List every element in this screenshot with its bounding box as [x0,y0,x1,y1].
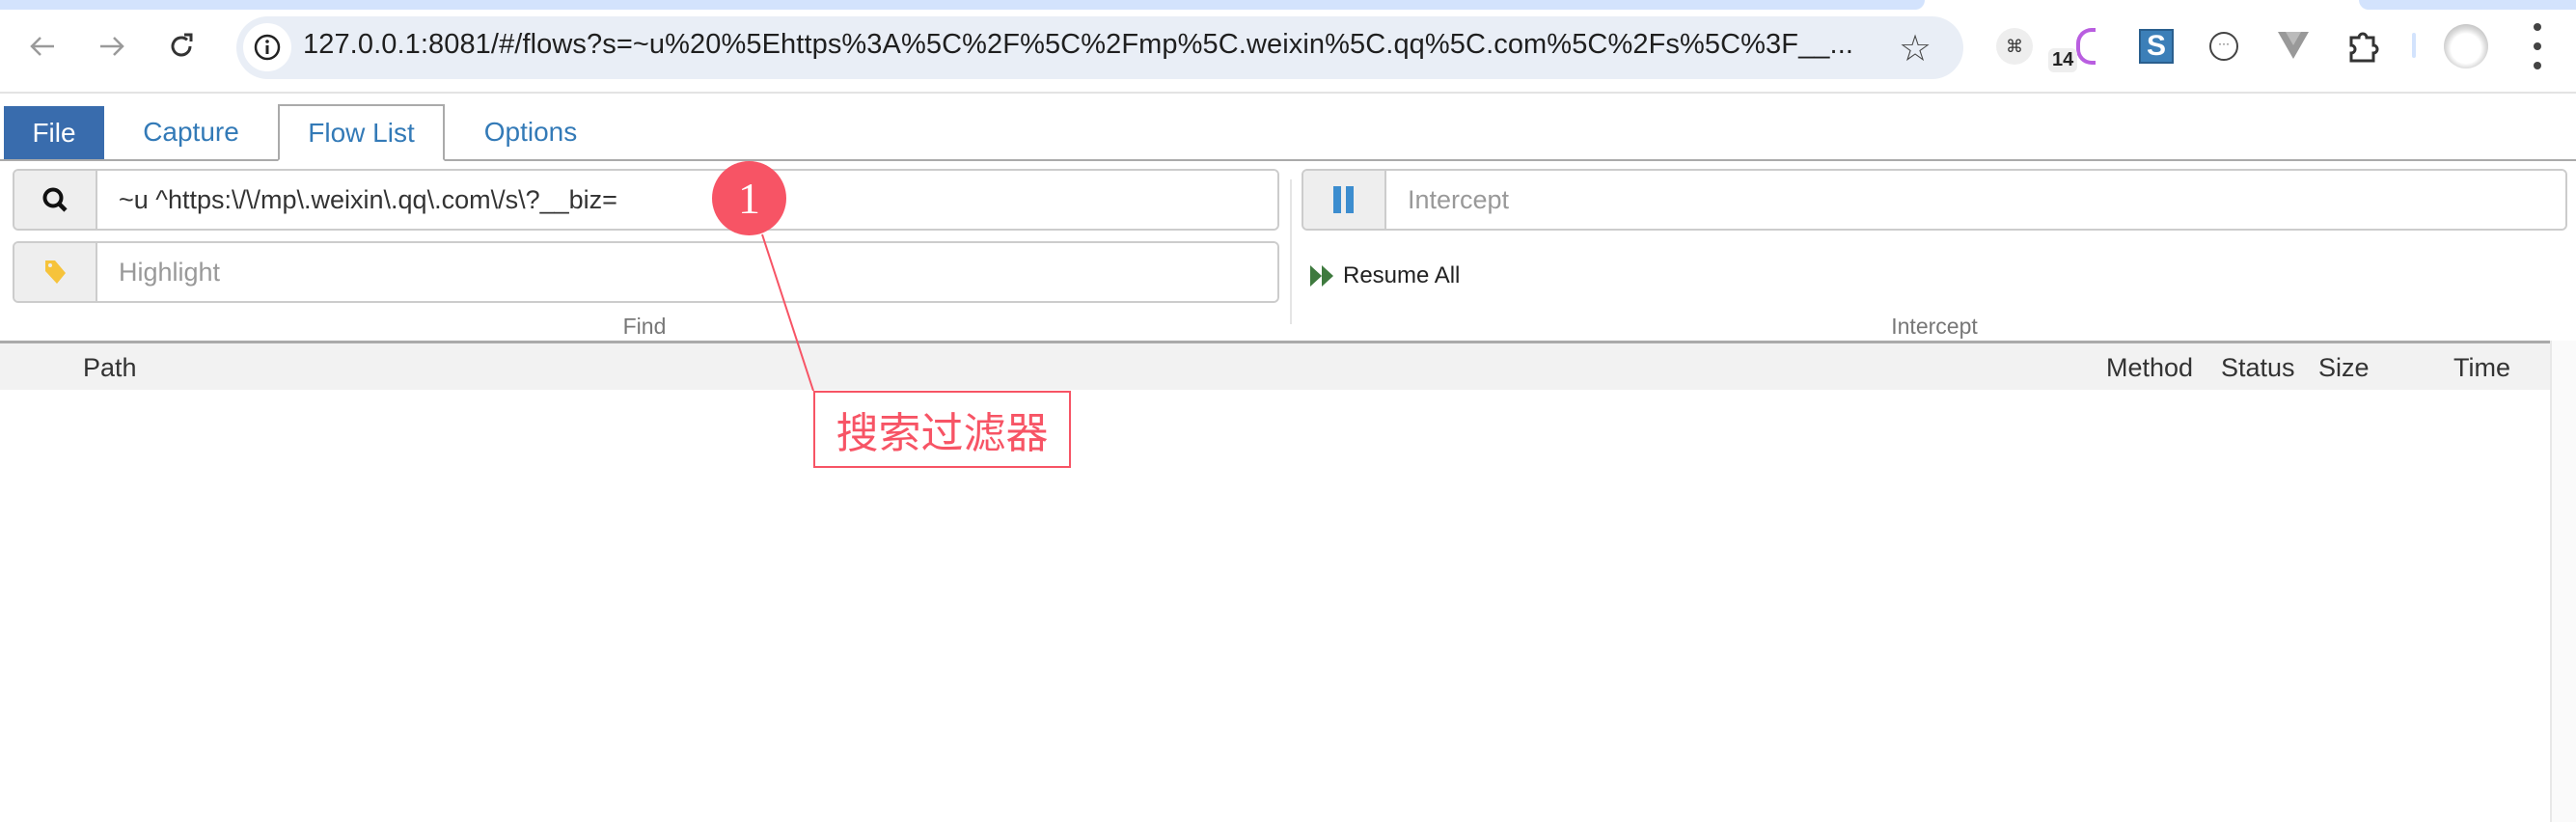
column-header-status[interactable]: Status [2221,353,2295,383]
flow-table-body [0,390,2550,822]
vue-icon [2278,32,2309,59]
column-header-time[interactable]: Time [2453,353,2510,383]
annotation-number-badge: 1 [712,161,786,235]
extension-badge: 14 [2048,48,2078,72]
annotation-label: 搜索过滤器 [813,391,1071,468]
column-header-method[interactable]: Method [2106,353,2193,383]
flow-table-header: Path Method Status Size Time [0,341,2550,393]
forward-button[interactable] [93,27,131,66]
intercept-input[interactable] [1386,171,2565,229]
column-header-size[interactable]: Size [2318,353,2370,383]
puzzle-icon [2349,32,2379,63]
resume-all-button[interactable]: Resume All [1310,262,1460,289]
chat-extension-icon[interactable]: ··· [2203,25,2245,68]
info-icon [254,34,281,61]
intercept-filter-group [1302,169,2567,231]
search-icon [14,171,97,229]
qr-code-extension-icon[interactable]: ⌘ [1993,25,2036,68]
extensions-puzzle-icon[interactable] [2342,25,2384,68]
column-header-path[interactable]: Path [83,353,137,383]
reload-icon [171,33,193,57]
resume-all-label: Resume All [1343,262,1461,288]
profile-avatar[interactable] [2444,24,2488,68]
pause-icon[interactable] [1303,171,1386,229]
tab-options[interactable]: Options [445,104,617,159]
highlight-filter-group [13,241,1279,303]
s-extension-icon[interactable]: S [2135,25,2178,68]
vertical-scrollbar[interactable] [2550,341,2576,822]
back-button[interactable] [23,27,62,66]
intercept-group-label: Intercept [1891,314,1978,339]
highlight-input[interactable] [97,243,1277,301]
reload-button[interactable] [162,27,201,66]
arrow-right-icon [100,37,124,56]
tag-icon [14,243,97,301]
tab-file[interactable]: File [4,106,104,159]
browser-toolbar: 127.0.0.1:8081/#/flows?s=~u%20%5Ehttps%3… [0,0,2576,94]
url-text[interactable]: 127.0.0.1:8081/#/flows?s=~u%20%5Ehttps%3… [303,29,1853,61]
arrow-left-icon [30,37,54,56]
browser-menu-button[interactable] [2528,23,2547,69]
toolbar-separator [2412,33,2416,58]
main-menu-tabs: File Capture Flow List Options [0,104,2576,161]
vue-devtools-icon[interactable] [2272,25,2315,68]
find-group-label: Find [622,314,667,339]
fast-forward-icon [1310,265,1333,287]
bookmark-star-icon[interactable]: ☆ [1899,27,1932,70]
tab-flow-list[interactable]: Flow List [278,104,445,161]
site-info-button[interactable] [243,23,291,71]
search-input[interactable] [97,171,1277,229]
tab-capture[interactable]: Capture [104,104,278,159]
search-filter-group [13,169,1279,231]
group-divider [1290,179,1292,324]
